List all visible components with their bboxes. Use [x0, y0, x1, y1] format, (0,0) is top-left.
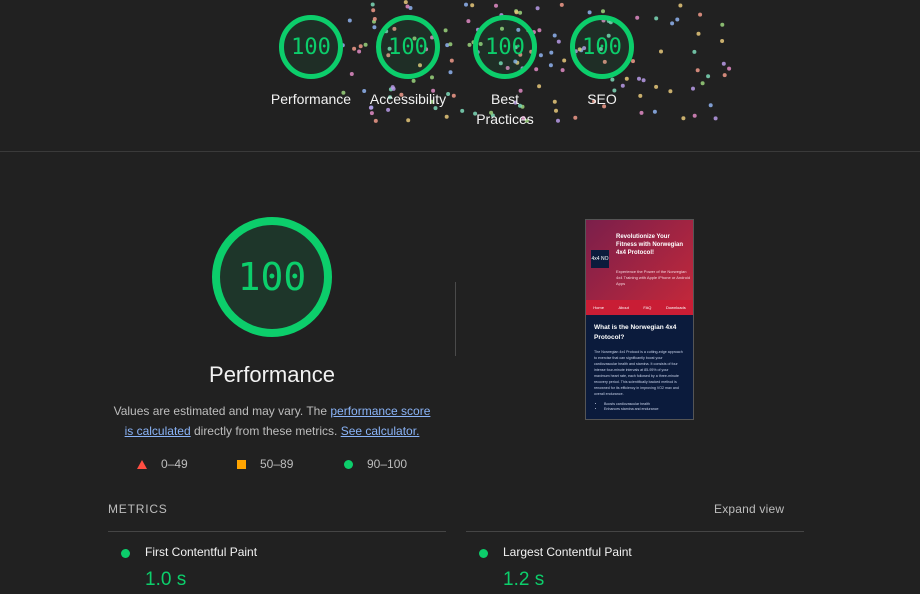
square-icon	[237, 459, 246, 469]
accessibility-score-gauge: 100	[376, 15, 440, 79]
thumbnail-nav-item: FAQ	[643, 305, 652, 310]
pass-circle-icon	[121, 549, 130, 558]
metric-value: 1.0 s	[145, 569, 187, 590]
metrics-divider	[108, 531, 446, 532]
category-label: SEO	[587, 91, 617, 107]
circle-icon	[344, 459, 353, 469]
thumbnail-nav-item: About	[618, 305, 629, 310]
category-label: Performance	[270, 91, 352, 107]
thumbnail-nav-item: Home	[593, 305, 604, 310]
thumbnail-nav: Home About FAQ Downloads	[586, 300, 693, 315]
legend-range: 90–100	[367, 457, 408, 471]
note-text: directly from these metrics.	[190, 424, 341, 438]
legend-range: 50–89	[260, 457, 294, 471]
metrics-heading: METRICS	[108, 502, 168, 516]
score-explanation: Values are estimated and may vary. The p…	[108, 401, 436, 441]
pass-circle-icon	[479, 549, 488, 558]
thumbnail-hero: 4x4 NO Revolutionize Your Fitness with N…	[586, 220, 693, 300]
metric-value: 1.2 s	[503, 569, 545, 590]
category-scores-header: 100 Performance 100 Accessibility 100 Be…	[0, 0, 920, 152]
triangle-icon	[137, 459, 147, 469]
category-accessibility[interactable]: 100 Accessibility	[358, 0, 458, 109]
thumbnail-section-title: What is the Norwegian 4x4 Protocol?	[594, 324, 677, 341]
thumbnail-nav-item: Downloads	[665, 305, 686, 310]
metric-name: First Contentful Paint	[145, 545, 258, 559]
legend-range: 0–49	[161, 457, 188, 471]
performance-main-gauge: 100	[212, 217, 332, 337]
vertical-divider	[455, 282, 456, 356]
seo-score-gauge: 100	[570, 15, 634, 79]
best-practices-score-gauge: 100	[473, 15, 537, 79]
category-label: Accessibility	[369, 91, 447, 107]
category-label: Best Practices	[476, 91, 534, 127]
thumbnail-hero-title: Revolutionize Your Fitness with Norwegia…	[616, 234, 684, 256]
metrics-divider	[466, 531, 804, 532]
final-screenshot-thumbnail[interactable]: 4x4 NO Revolutionize Your Fitness with N…	[585, 219, 694, 420]
category-best-practices[interactable]: 100 Best Practices	[455, 0, 555, 129]
legend-fail: 0–49	[137, 457, 188, 471]
performance-title: Performance	[209, 362, 335, 387]
list-item: Enhances stamina and endurance	[604, 407, 685, 412]
legend-pass: 90–100	[344, 457, 407, 471]
performance-score-gauge: 100	[279, 15, 343, 79]
see-calculator-link[interactable]: See calculator.	[341, 424, 420, 438]
metric-name: Largest Contentful Paint	[503, 545, 632, 559]
expand-view-toggle[interactable]: Expand view	[714, 502, 784, 516]
category-performance[interactable]: 100 Performance	[261, 0, 361, 109]
thumbnail-hero-subtitle: Experience the Power of the Norwegian 4x…	[616, 269, 691, 286]
thumbnail-bullet-list: Boosts cardiovascular health Enhances st…	[604, 402, 685, 412]
legend-average: 50–89	[237, 457, 293, 471]
category-seo[interactable]: 100 SEO	[552, 0, 652, 109]
thumbnail-body: What is the Norwegian 4x4 Protocol? The …	[586, 315, 693, 419]
thumbnail-section-text: The Norwegian 4x4 Protocol is a cutting-…	[594, 350, 683, 396]
site-logo: 4x4 NO	[591, 250, 609, 268]
note-text: Values are estimated and may vary. The	[113, 404, 331, 418]
